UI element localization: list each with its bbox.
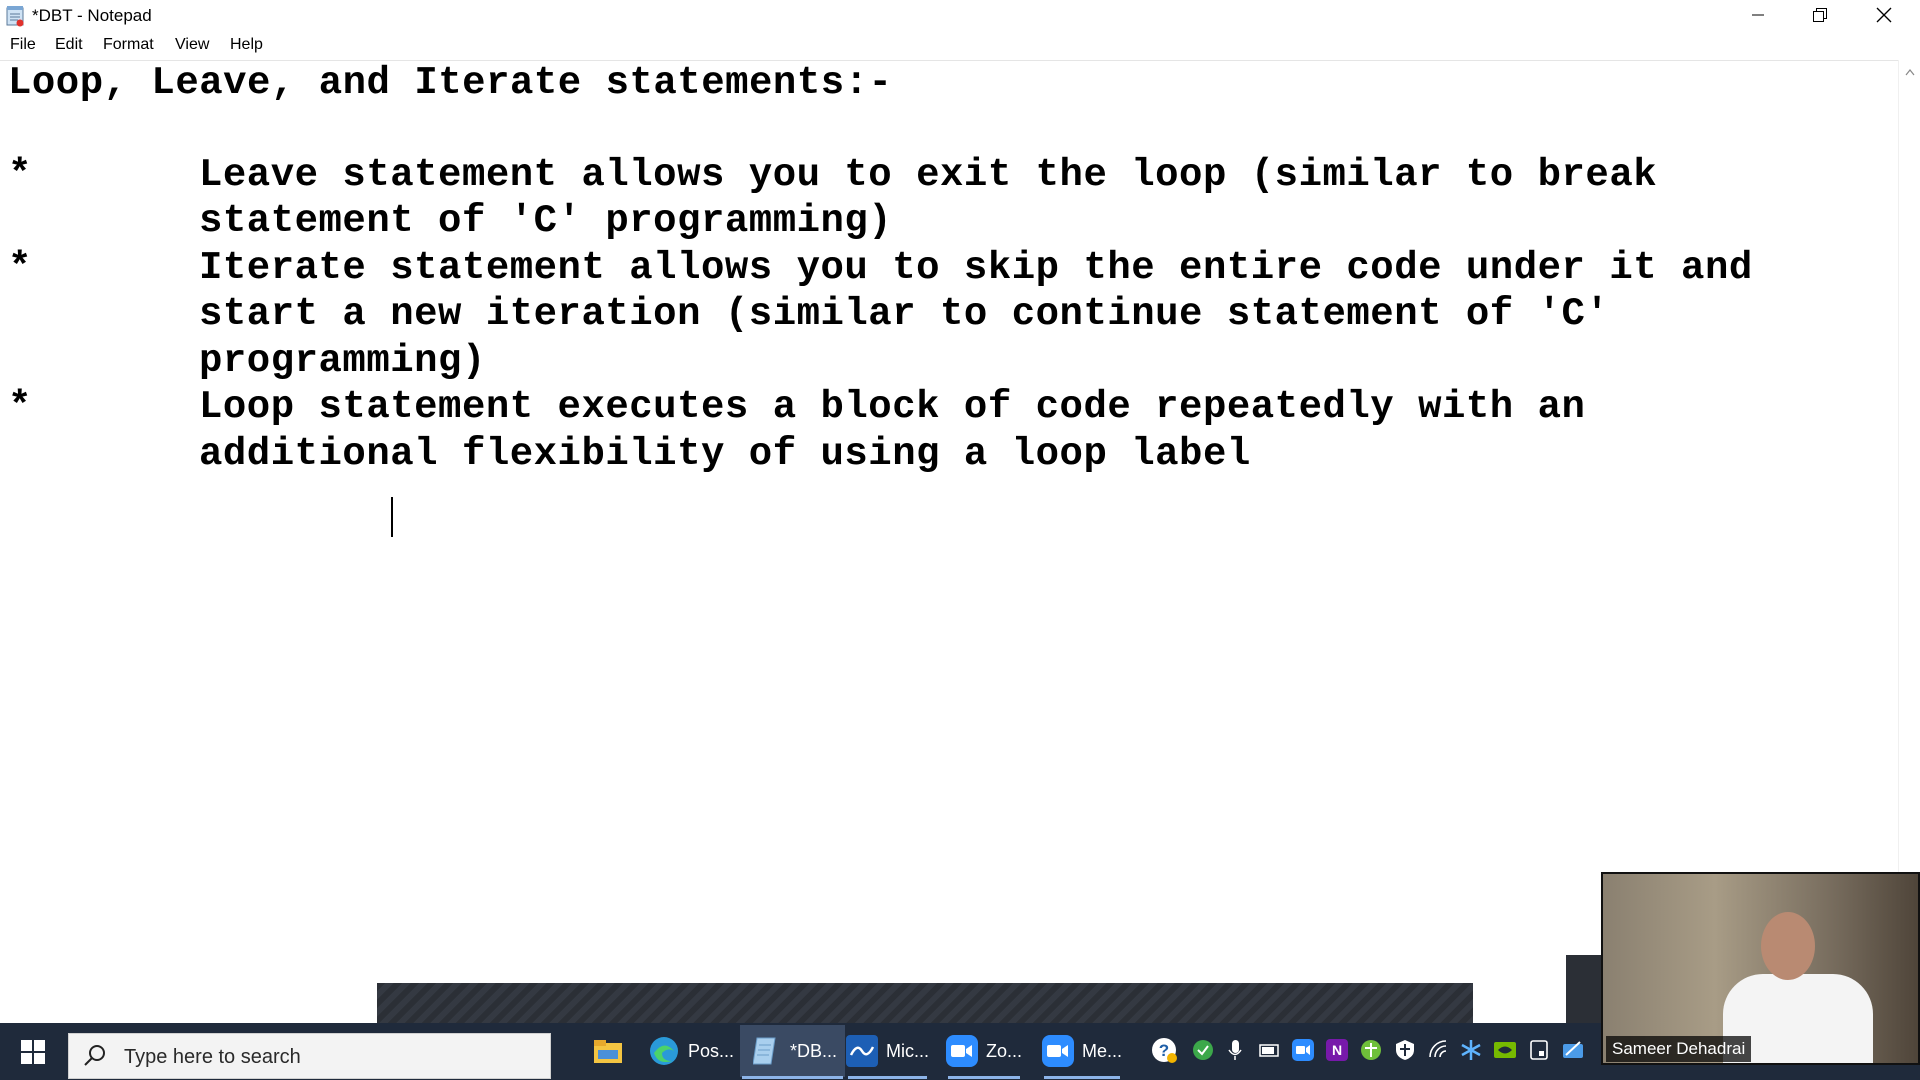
text-line: statement of 'C' programming) xyxy=(199,199,893,243)
taskbar-search-box[interactable]: Type here to search xyxy=(68,1033,551,1079)
restore-button[interactable] xyxy=(1790,0,1850,30)
menu-bar: File Edit Format View Help xyxy=(0,34,1920,58)
taskbar-app-label: Mic... xyxy=(886,1040,929,1061)
snowflake-icon[interactable] xyxy=(1460,1039,1482,1061)
taskbar-app-label: Pos... xyxy=(688,1040,735,1061)
zoom-meeting-icon xyxy=(1042,1035,1074,1067)
microphone-icon[interactable] xyxy=(1224,1039,1246,1061)
background-strip xyxy=(1566,955,1606,1025)
notepad-icon xyxy=(750,1035,782,1067)
window-title: *DBT - Notepad xyxy=(32,6,152,25)
menu-edit[interactable]: Edit xyxy=(53,36,85,54)
active-indicator xyxy=(742,1076,844,1079)
taskbar-app-zoom[interactable]: Zo... xyxy=(946,1025,1023,1079)
taskbar-app-zoom-meeting[interactable]: Me... xyxy=(1042,1025,1123,1079)
minimize-icon xyxy=(1752,14,1764,16)
desktop-screen: *DBT - Notepad File Edit Format View Hel… xyxy=(0,0,1920,1080)
text-line: additional flexibility of using a loop l… xyxy=(199,432,1251,476)
tablet-icon[interactable] xyxy=(1528,1039,1550,1061)
battery-icon[interactable] xyxy=(1258,1039,1280,1061)
title-bar: *DBT - Notepad xyxy=(0,0,1920,32)
windows-logo-icon xyxy=(21,1039,45,1064)
edge-icon xyxy=(648,1035,680,1067)
help-icon[interactable]: ? xyxy=(1150,1036,1178,1064)
pen-tablet-icon[interactable] xyxy=(1562,1039,1584,1061)
sync-globe-icon[interactable] xyxy=(1360,1039,1382,1061)
running-indicator xyxy=(1044,1076,1121,1079)
bullet-marker: * xyxy=(8,153,32,197)
close-icon xyxy=(1876,7,1892,23)
webcam-video-overlay[interactable]: Sameer Dehadrai xyxy=(1601,872,1920,1065)
text-caret xyxy=(391,497,393,537)
minimize-button[interactable] xyxy=(1728,0,1788,30)
running-indicator xyxy=(948,1076,1021,1079)
checkmark-shield-icon[interactable] xyxy=(1192,1039,1214,1061)
menu-file[interactable]: File xyxy=(8,36,38,54)
taskbar-app-edge[interactable]: Pos... xyxy=(648,1025,734,1077)
taskbar-app-label: *DB... xyxy=(790,1040,838,1061)
participant-name: Sameer Dehadrai xyxy=(1606,1036,1752,1062)
taskbar-app-label: Me... xyxy=(1082,1040,1123,1061)
webcam-person-head xyxy=(1761,912,1815,980)
background-strip xyxy=(377,983,1473,1023)
nvidia-icon[interactable] xyxy=(1494,1039,1516,1061)
taskbar-app-label: Zo... xyxy=(986,1040,1023,1061)
search-icon xyxy=(84,1045,105,1066)
close-button[interactable] xyxy=(1854,0,1914,30)
zoom-tray-icon[interactable] xyxy=(1292,1039,1314,1061)
taskbar-app-whiteboard[interactable]: Mic... xyxy=(846,1025,929,1079)
svg-text:N: N xyxy=(1332,1042,1342,1058)
running-indicator xyxy=(848,1076,927,1079)
text-line: start a new iteration (similar to contin… xyxy=(199,292,1610,336)
document-heading: Loop, Leave, and Iterate statements:- xyxy=(8,61,893,105)
bullet-marker: * xyxy=(8,385,32,429)
menu-help[interactable]: Help xyxy=(228,36,265,54)
taskbar-app-notepad[interactable]: *DB... xyxy=(740,1025,846,1079)
text-line: Iterate statement allows you to skip the… xyxy=(199,246,1753,290)
scroll-up-arrow-icon[interactable] xyxy=(1905,68,1915,76)
menu-format[interactable]: Format xyxy=(101,36,156,54)
whiteboard-icon xyxy=(846,1035,878,1067)
bullet-marker: * xyxy=(8,246,32,290)
file-explorer-icon xyxy=(592,1035,624,1067)
zoom-icon xyxy=(946,1035,978,1067)
text-line: Loop statement executes a block of code … xyxy=(199,385,1586,429)
menu-view[interactable]: View xyxy=(173,36,211,54)
restore-icon xyxy=(1813,8,1827,22)
notepad-app-icon[interactable] xyxy=(6,5,26,27)
onenote-icon[interactable]: N xyxy=(1326,1039,1348,1061)
wifi-icon[interactable] xyxy=(1428,1039,1450,1061)
text-line: Leave statement allows you to exit the l… xyxy=(199,153,1658,197)
taskbar-app-file-explorer[interactable] xyxy=(592,1025,632,1077)
security-shield-icon[interactable] xyxy=(1394,1039,1416,1061)
search-placeholder: Type here to search xyxy=(124,1046,301,1068)
start-button[interactable] xyxy=(0,1023,66,1080)
text-line: programming) xyxy=(199,339,486,383)
